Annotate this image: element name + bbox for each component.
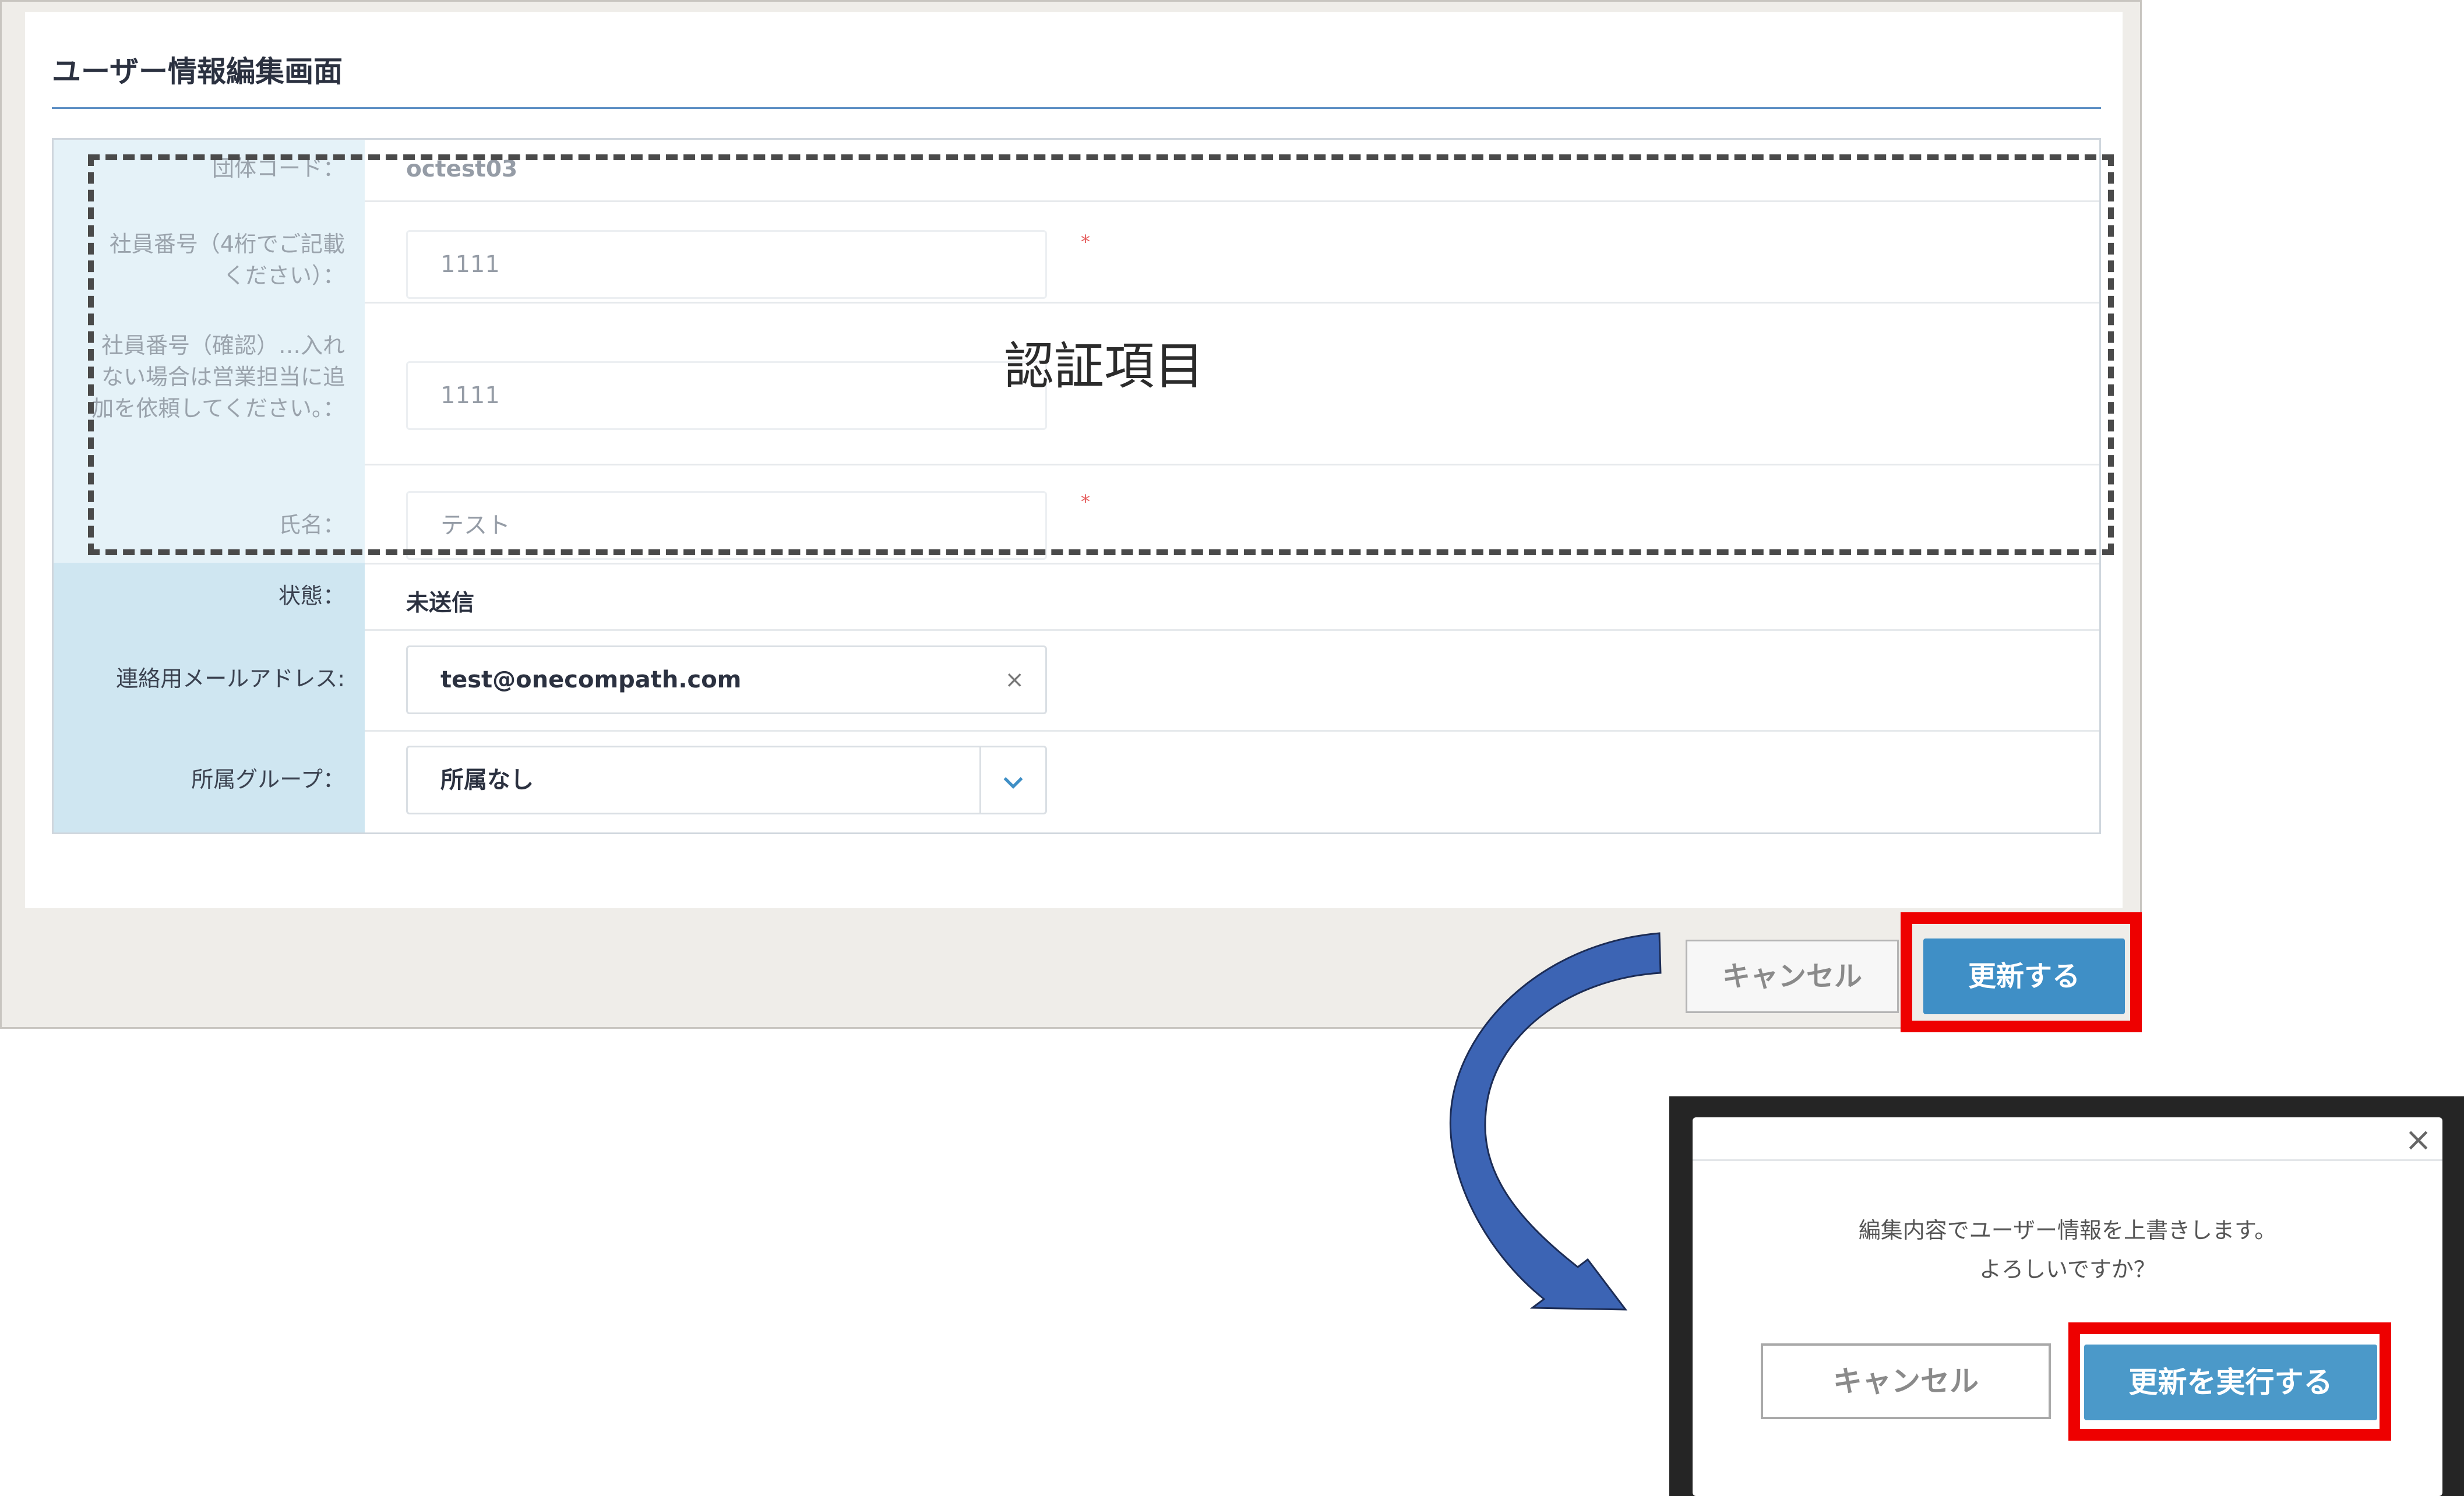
update-button-highlight [1901,912,2142,1032]
content-panel: ユーザー情報編集画面 団体コード： octest03 社員番号（4桁でご記載くだ… [25,12,2123,908]
group-label: 所属グループ： [191,767,345,792]
email-label: 連絡用メールアドレス: [116,666,345,691]
cancel-button[interactable]: キャンセル [1686,940,1899,1013]
page-title: ユーザー情報編集画面 [52,55,343,89]
flow-arrow [1449,932,1662,1311]
execute-button-highlight [2068,1322,2391,1441]
row-divider [365,730,2099,732]
chevron-down-icon[interactable] [999,767,1028,796]
close-icon[interactable]: × [2405,1121,2432,1159]
dialog-message: 編集内容でユーザー情報を上書きします。 [1858,1218,2277,1243]
dialog-question: よろしいですか？ [1979,1257,2156,1282]
row-divider [365,563,2099,564]
email-input[interactable]: test@onecompath.com × [406,645,1047,714]
group-selected-value: 所属なし [440,767,534,793]
dialog-cancel-button[interactable]: キャンセル [1761,1343,2051,1419]
title-divider [52,107,2101,109]
auth-items-annotation: 認証項目 [1004,337,1204,396]
select-divider [979,747,981,813]
group-select[interactable]: 所属なし [406,746,1047,814]
email-value: test@onecompath.com [440,666,742,693]
status-value: 未送信 [406,590,475,616]
clear-icon[interactable]: × [1004,647,1024,712]
status-label: 状態： [278,583,345,609]
dialog-header-divider [1693,1159,2442,1161]
user-edit-screen: ユーザー情報編集画面 団体コード： octest03 社員番号（4桁でご記載くだ… [0,0,2142,1029]
row-divider [365,629,2099,631]
